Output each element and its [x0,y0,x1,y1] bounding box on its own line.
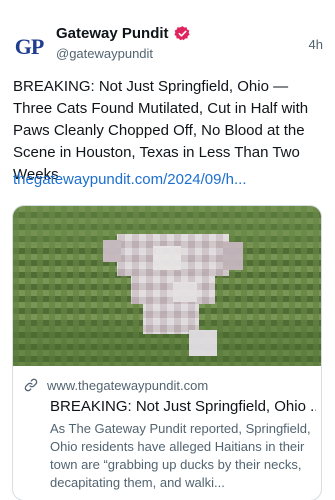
timestamp[interactable]: 4h [309,37,323,52]
verified-badge-icon [173,26,190,41]
post-link[interactable]: thegatewaypundit.com/2024/09/h... [13,171,329,188]
name-row: Gateway Pundit [56,25,191,42]
display-name[interactable]: Gateway Pundit [56,25,169,42]
post-text: BREAKING: Not Just Springfield, Ohio — T… [13,78,309,183]
handle[interactable]: @gatewaypundit [56,46,153,61]
avatar-text: GP [14,34,45,59]
card-title[interactable]: BREAKING: Not Just Springfield, Ohio ... [50,398,316,415]
card-description: As The Gateway Pundit reported, Springfi… [50,421,311,490]
link-icon [24,378,38,392]
card-image[interactable] [13,206,321,366]
avatar[interactable]: GP [12,30,46,64]
blurred-photo [13,206,321,366]
link-preview-card[interactable]: www.thegatewaypundit.com BREAKING: Not J… [12,205,322,500]
post[interactable]: GP Gateway Pundit @gatewaypundit 4h BREA… [0,0,335,500]
card-domain-row: www.thegatewaypundit.com [23,377,208,393]
card-domain: www.thegatewaypundit.com [47,377,209,393]
